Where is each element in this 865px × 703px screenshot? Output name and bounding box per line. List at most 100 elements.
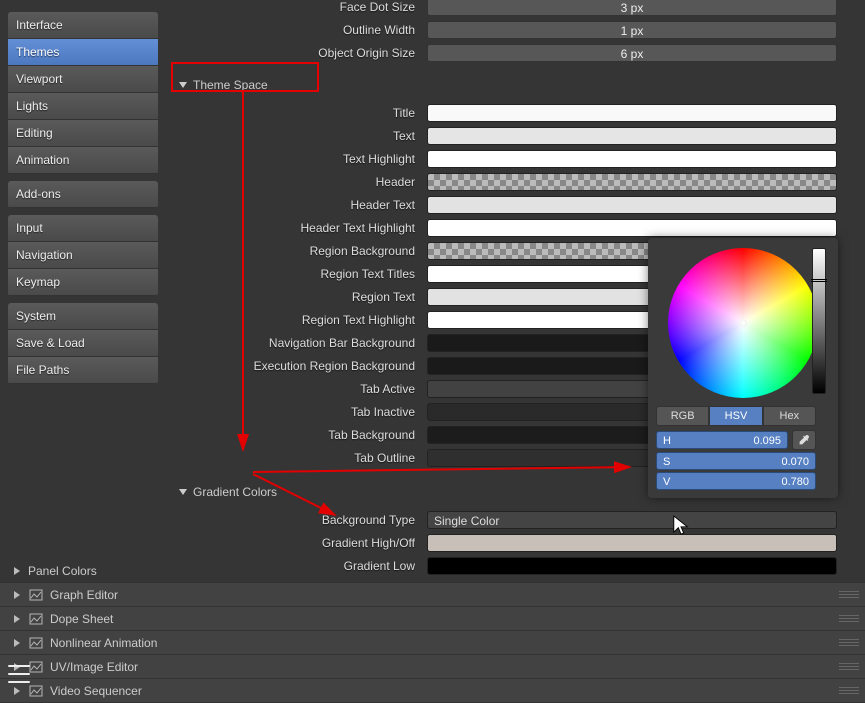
color-swatch[interactable] [427,219,837,237]
label: Tab Background [167,428,427,442]
label: Text Highlight [167,152,427,166]
chevron-right-icon [14,687,20,695]
chevron-right-icon [14,567,20,575]
editor-label: Graph Editor [50,588,118,602]
sidebar-item-editing[interactable]: Editing [8,120,158,147]
background-type-select[interactable]: Single Color [427,511,837,529]
mode-hsv-button[interactable]: HSV [709,406,762,426]
eyedropper-icon [797,433,811,447]
color-swatch[interactable] [427,173,837,191]
wheel-marker-icon [739,319,747,327]
sidebar-item-viewport[interactable]: Viewport [8,66,158,93]
label: Text [167,129,427,143]
chevron-right-icon [14,639,20,647]
sidebar-item-themes[interactable]: Themes [8,39,158,66]
editor-item[interactable]: UV/Image Editor [0,655,865,679]
drag-grip-icon[interactable] [839,687,859,695]
label: Outline Width [167,23,427,37]
chevron-right-icon [14,591,20,599]
editor-item[interactable]: Dope Sheet [0,607,865,631]
editor-item[interactable]: Graph Editor [0,583,865,607]
editor-label: UV/Image Editor [50,660,138,674]
preferences-sidebar: InterfaceThemesViewportLightsEditingAnim… [8,0,158,391]
h-value: 0.095 [753,432,781,448]
numeric-field[interactable]: 1 px [427,21,837,39]
mode-hex-button[interactable]: Hex [763,406,816,426]
color-swatch[interactable] [427,127,837,145]
label: Execution Region Background [167,359,427,373]
color-swatch[interactable] [427,150,837,168]
label: Navigation Bar Background [167,336,427,350]
editor-label: Video Sequencer [50,684,142,698]
nla-icon [28,636,44,650]
editor-list: Panel Colors Graph Editor Dope Sheet Non… [0,559,865,703]
color-swatch[interactable] [427,104,837,122]
sidebar-item-system[interactable]: System [8,303,158,330]
sidebar-item-lights[interactable]: Lights [8,93,158,120]
sidebar-item-input[interactable]: Input [8,215,158,242]
label: Region Background [167,244,427,258]
v-label: V [663,473,670,489]
editor-label: Dope Sheet [50,612,113,626]
editor-item[interactable]: Panel Colors [0,559,865,583]
s-value: 0.070 [781,453,809,469]
chevron-down-icon [179,82,187,88]
sidebar-item-interface[interactable]: Interface [8,12,158,39]
label: Object Origin Size [167,46,427,60]
editor-label: Nonlinear Animation [50,636,157,650]
editor-label: Panel Colors [28,564,97,578]
drag-grip-icon[interactable] [839,663,859,671]
sidebar-item-animation[interactable]: Animation [8,147,158,174]
label: Tab Active [167,382,427,396]
s-label: S [663,453,670,469]
value-slider[interactable] [812,248,826,394]
eyedropper-button[interactable] [792,430,816,450]
s-field[interactable]: S 0.070 [656,452,816,470]
label: Tab Inactive [167,405,427,419]
label: Title [167,106,427,120]
sidebar-item-save-load[interactable]: Save & Load [8,330,158,357]
uv-icon [28,660,44,674]
graph-icon [28,588,44,602]
editor-item[interactable]: Nonlinear Animation [0,631,865,655]
v-value: 0.780 [781,473,809,489]
label: Header Text Highlight [167,221,427,235]
label: Header Text [167,198,427,212]
drag-grip-icon[interactable] [839,639,859,647]
sidebar-item-file-paths[interactable]: File Paths [8,357,158,384]
v-field[interactable]: V 0.780 [656,472,816,490]
sidebar-item-add-ons[interactable]: Add-ons [8,181,158,208]
dope-icon [28,612,44,626]
color-swatch[interactable] [427,196,837,214]
label: Tab Outline [167,451,427,465]
drag-grip-icon[interactable] [839,615,859,623]
mode-rgb-button[interactable]: RGB [656,406,709,426]
section-title: Gradient Colors [193,485,277,499]
chevron-down-icon [179,489,187,495]
label: Header [167,175,427,189]
color-picker[interactable]: RGBHSVHex H 0.095 S 0.070 V 0.780 [648,238,838,498]
chevron-right-icon [14,615,20,623]
hamburger-menu-button[interactable] [8,665,30,683]
sidebar-item-keymap[interactable]: Keymap [8,269,158,296]
label-background-type: Background Type [167,513,427,527]
h-label: H [663,432,671,448]
h-field[interactable]: H 0.095 [656,431,788,449]
numeric-field[interactable]: 6 px [427,44,837,62]
sidebar-item-navigation[interactable]: Navigation [8,242,158,269]
numeric-field[interactable]: 3 px [427,0,837,16]
vse-icon [28,684,44,698]
label: Region Text Highlight [167,313,427,327]
label: Region Text Titles [167,267,427,281]
label: Face Dot Size [167,0,427,14]
value-marker-icon [811,279,827,282]
section-title: Theme Space [193,78,268,92]
section-theme-space[interactable]: Theme Space [173,74,865,96]
editor-item[interactable]: Video Sequencer [0,679,865,703]
color-mode-tabs: RGBHSVHex [656,406,816,426]
swatch-gradient-high[interactable] [427,534,837,552]
drag-grip-icon[interactable] [839,591,859,599]
label-gradient-high: Gradient High/Off [167,536,427,550]
label: Region Text [167,290,427,304]
color-wheel[interactable] [668,248,818,398]
